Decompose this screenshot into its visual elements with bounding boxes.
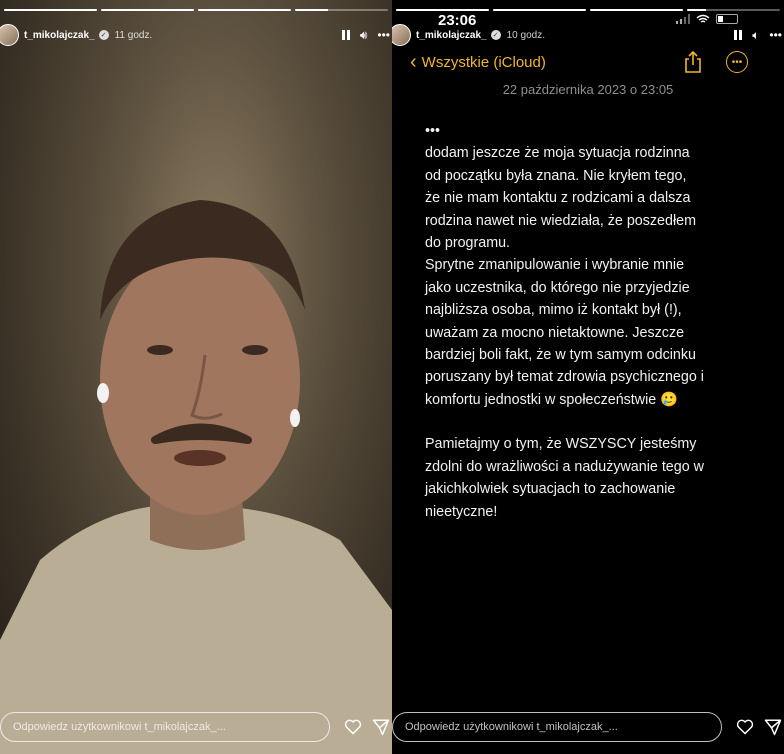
story-video-frame [0, 0, 392, 754]
note-line: zdolni do wrażliwości a nadużywanie tego… [425, 458, 704, 475]
story-time: 11 godz. [114, 29, 153, 41]
note-line: poruszany był temat zdrowia psychicznego… [425, 369, 704, 386]
progress-segment [4, 9, 97, 11]
note-paragraph: dodam jeszcze że moja sytuacja rodzinna o… [425, 142, 745, 411]
story-time: 10 godz. [506, 29, 545, 41]
heart-icon[interactable] [342, 716, 364, 738]
progress-segment [295, 9, 388, 11]
progress-segment [687, 9, 780, 11]
wifi-icon [696, 14, 710, 23]
volume-icon[interactable]: 🔊︎ [360, 28, 368, 43]
note-line: nieetyczne! [425, 503, 498, 520]
note-line: Sprytne zmanipulowanie i wybranie mnie [425, 257, 685, 274]
more-horizontal-icon[interactable]: ••• [377, 28, 390, 42]
note-line: jakichkolwiek sytuacjach to zachowanie [425, 481, 676, 498]
note-line: od początku była znana. Nie kryłem tego, [425, 167, 687, 184]
progress-segment [198, 9, 291, 11]
username[interactable]: t_mikolajczak_ [416, 30, 487, 41]
avatar[interactable] [392, 24, 411, 46]
note-line: rodzina nawet nie wiedziała, że poszedłe… [425, 212, 696, 229]
pause-icon[interactable] [734, 30, 743, 40]
send-icon[interactable] [370, 716, 392, 738]
more-horizontal-icon[interactable]: ••• [769, 28, 782, 42]
progress-segment [493, 9, 586, 11]
avatar[interactable] [0, 24, 19, 46]
story-progress-bar [0, 9, 392, 12]
send-icon[interactable] [762, 716, 784, 738]
note-body[interactable]: ••• dodam jeszcze że moja sytuacja rodzi… [425, 120, 745, 545]
note-ellipsis: ••• [425, 123, 441, 139]
back-button[interactable]: ‹ Wszystkie (iCloud) [410, 52, 546, 72]
notes-navbar: ‹ Wszystkie (iCloud) ••• [392, 48, 784, 76]
note-line: że nie mam kontaktu z rodzicami a dalsza [425, 190, 691, 207]
note-line: uważam za mocno nietaktowne. Jeszcze [425, 324, 685, 341]
note-line: Pamietajmy o tym, że WSZYSCY jesteśmy [425, 436, 697, 453]
share-icon[interactable] [682, 51, 704, 73]
chevron-left-icon: ‹ [410, 51, 417, 73]
mute-icon[interactable]: 🔈︎ [752, 28, 759, 43]
username[interactable]: t_mikolajczak_ [24, 30, 95, 41]
note-line: dodam jeszcze że moja sytuacja rodzinna [425, 145, 690, 162]
right-story-panel[interactable]: 23:06 t_mikolajczak_ ✓ 10 godz. 🔈︎ ••• ‹… [392, 0, 784, 754]
note-paragraph: Pamietajmy o tym, że WSZYSCY jesteśmy zdo… [425, 433, 745, 523]
verified-icon: ✓ [490, 30, 501, 40]
note-date: 22 października 2023 o 23:05 [502, 82, 674, 97]
ios-status-icons [676, 14, 738, 24]
heart-icon[interactable] [734, 716, 756, 738]
note-line: jako uczestnika, do którego nie przyjedz… [425, 279, 690, 296]
reply-input[interactable]: Odpowiedz użytkownikowi t_mikolajczak_..… [0, 712, 330, 742]
note-line: do programu. [425, 235, 511, 252]
story-header: t_mikolajczak_ ✓ 11 godz. 🔊︎ ••• [0, 22, 392, 48]
reply-input[interactable]: Odpowiedz użytkownikowi t_mikolajczak_..… [392, 712, 722, 742]
battery-icon [716, 14, 738, 24]
reply-placeholder: Odpowiedz użytkownikowi t_mikolajczak_..… [13, 721, 226, 733]
more-circle-icon[interactable]: ••• [726, 51, 748, 73]
left-story-panel[interactable]: t_mikolajczak_ ✓ 11 godz. 🔊︎ ••• Odpowie… [0, 0, 392, 754]
progress-segment [101, 9, 194, 11]
note-line: komfortu jednostki w społeczeństwie 🥲 [425, 391, 679, 408]
ios-clock: 23:06 [438, 12, 477, 29]
back-label: Wszystkie (iCloud) [421, 53, 546, 71]
progress-segment [396, 9, 489, 11]
note-line: najbliższa osoba, mimo iż kontakt był (!… [425, 302, 682, 319]
reply-placeholder: Odpowiedz użytkownikowi t_mikolajczak_..… [405, 721, 618, 733]
note-line: bardziej boli fakt, że w tym samym odcin… [425, 347, 696, 364]
pause-icon[interactable] [341, 30, 350, 40]
verified-icon: ✓ [98, 30, 109, 40]
progress-segment [590, 9, 683, 11]
signal-icon [676, 14, 690, 24]
